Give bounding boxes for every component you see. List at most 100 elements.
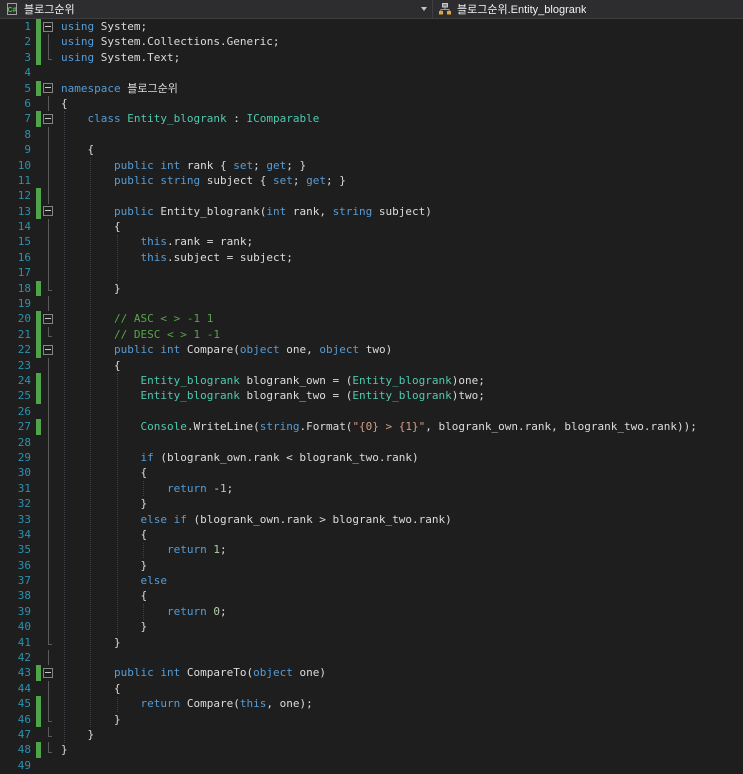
code-text: public int Compare(object one, object tw… <box>113 343 393 357</box>
code-text: public Entity_blogrank(int rank, string … <box>113 204 432 218</box>
line-number: 5 <box>24 81 31 95</box>
code-line[interactable]: 28 <box>0 434 743 451</box>
code-line[interactable]: 17 <box>0 265 743 282</box>
fold-collapse-icon[interactable] <box>43 83 53 94</box>
line-number: 8 <box>24 127 31 141</box>
code-line[interactable]: 40 } <box>0 619 743 636</box>
code-line[interactable]: 31 return -1; <box>0 480 743 497</box>
outlining-margin <box>42 465 55 482</box>
code-line[interactable]: 37 else <box>0 573 743 589</box>
fold-collapse-icon[interactable] <box>43 206 53 217</box>
code-line[interactable]: 14 { <box>0 219 743 235</box>
code-line[interactable]: 22 public int Compare(object one, object… <box>0 342 743 358</box>
change-tracking-margin <box>34 388 42 405</box>
code-line[interactable]: 1 using System; <box>0 19 743 35</box>
code-line[interactable]: 41 } <box>0 634 743 650</box>
code-line[interactable]: 3 using System.Text; <box>0 49 743 66</box>
code-line[interactable]: 5 namespace 블로그순위 <box>0 80 743 97</box>
code-text: { <box>61 143 95 157</box>
code-line[interactable]: 20 // ASC < > -1 1 <box>0 311 743 328</box>
code-text: using System.Collections.Generic; <box>61 35 280 49</box>
code-text: public int rank { set; get; } <box>113 158 307 172</box>
code-line[interactable]: 15 this.rank = rank; <box>0 234 743 251</box>
code-line[interactable]: 8 <box>0 126 743 143</box>
type-member-dropdown[interactable]: 블로그순위.Entity_blogrank <box>433 0 743 18</box>
line-number: 19 <box>17 297 31 311</box>
code-line[interactable]: 30 { <box>0 465 743 482</box>
code-line[interactable]: 49 <box>0 758 743 773</box>
code-line[interactable]: 32 } <box>0 496 743 512</box>
line-number: 42 <box>17 651 31 665</box>
line-number: 3 <box>24 50 31 64</box>
code-line[interactable]: 4 <box>0 65 743 80</box>
outlining-margin <box>42 650 55 666</box>
code-line[interactable]: 19 <box>0 296 743 312</box>
outlining-margin <box>42 711 55 727</box>
code-text: // ASC < > -1 1 <box>113 312 214 326</box>
fold-collapse-icon[interactable] <box>43 114 53 125</box>
code-line[interactable]: 26 <box>0 403 743 420</box>
code-line[interactable]: 23 { <box>0 357 743 374</box>
code-line[interactable]: 33 else if (blogrank_own.rank > blogrank… <box>0 511 743 528</box>
change-tracking-margin <box>34 342 42 358</box>
indent-guide <box>64 111 65 743</box>
code-line[interactable]: 18 } <box>0 280 743 297</box>
change-tracking-margin <box>34 711 42 728</box>
code-line[interactable]: 39 return 0; <box>0 603 743 620</box>
code-text: } <box>61 558 148 572</box>
code-line[interactable]: 24 Entity_blogrank blogrank_own = (Entit… <box>0 372 743 389</box>
code-line[interactable]: 47 } <box>0 726 743 742</box>
change-tracking-margin <box>34 34 42 51</box>
code-line[interactable]: 12 <box>0 188 743 205</box>
code-line[interactable]: 29 if (blogrank_own.rank < blogrank_two.… <box>0 449 743 466</box>
code-line[interactable]: 35 return 1; <box>0 542 743 559</box>
code-line[interactable]: 38 { <box>0 588 743 605</box>
change-tracking-margin <box>34 358 42 373</box>
code-line[interactable]: 42 <box>0 650 743 666</box>
code-line[interactable]: 16 this.subject = subject; <box>0 249 743 266</box>
project-dropdown[interactable]: C# 블로그순위 <box>0 0 433 18</box>
code-text: else if (blogrank_own.rank > blogrank_tw… <box>140 512 452 526</box>
line-number: 31 <box>17 481 31 495</box>
line-number: 45 <box>17 697 31 711</box>
fold-collapse-icon[interactable] <box>43 668 53 679</box>
change-tracking-margin <box>34 681 42 696</box>
code-line[interactable]: 34 { <box>0 526 743 543</box>
code-line[interactable]: 27 Console.WriteLine(string.Format("{0} … <box>0 419 743 435</box>
code-line[interactable]: 13 public Entity_blogrank(int rank, stri… <box>0 203 743 220</box>
fold-collapse-icon[interactable] <box>43 314 53 325</box>
code-line[interactable]: 6{ <box>0 95 743 112</box>
line-number: 21 <box>17 327 31 341</box>
code-line[interactable]: 36 } <box>0 557 743 574</box>
change-tracking-margin <box>34 372 42 389</box>
code-line[interactable]: 45 return Compare(this, one); <box>0 696 743 712</box>
change-tracking-margin <box>34 127 42 142</box>
code-line[interactable]: 9 { <box>0 142 743 158</box>
code-line[interactable]: 7 class Entity_blogrank : IComparable <box>0 111 743 128</box>
code-line[interactable]: 43 public int CompareTo(object one) <box>0 665 743 682</box>
code-line[interactable]: 21 // DESC < > 1 -1 <box>0 326 743 343</box>
change-tracking-margin <box>34 419 42 435</box>
fold-collapse-icon[interactable] <box>43 344 53 355</box>
outlining-margin <box>42 265 55 282</box>
code-line[interactable]: 10 public int rank { set; get; } <box>0 157 743 174</box>
code-text: Console.WriteLine(string.Format("{0} > {… <box>140 420 697 434</box>
outlining-margin <box>42 557 55 574</box>
code-line[interactable]: 25 Entity_blogrank blogrank_two = (Entit… <box>0 388 743 405</box>
code-line[interactable]: 11 public string subject { set; get; } <box>0 172 743 189</box>
outlining-margin <box>42 480 55 497</box>
change-tracking-margin <box>34 558 42 573</box>
change-tracking-margin <box>34 234 42 249</box>
code-line[interactable]: 48} <box>0 742 743 759</box>
code-line[interactable]: 44 { <box>0 680 743 697</box>
code-text: // DESC < > 1 -1 <box>113 327 220 341</box>
outlining-margin <box>42 419 55 435</box>
line-number: 43 <box>17 666 31 680</box>
code-line[interactable]: 2 using System.Collections.Generic; <box>0 34 743 51</box>
code-editor[interactable]: 1 using System; 2 using System.Collections.… <box>0 19 743 774</box>
code-line[interactable]: 46 } <box>0 711 743 728</box>
fold-collapse-icon[interactable] <box>43 21 53 32</box>
line-number: 41 <box>17 635 31 649</box>
